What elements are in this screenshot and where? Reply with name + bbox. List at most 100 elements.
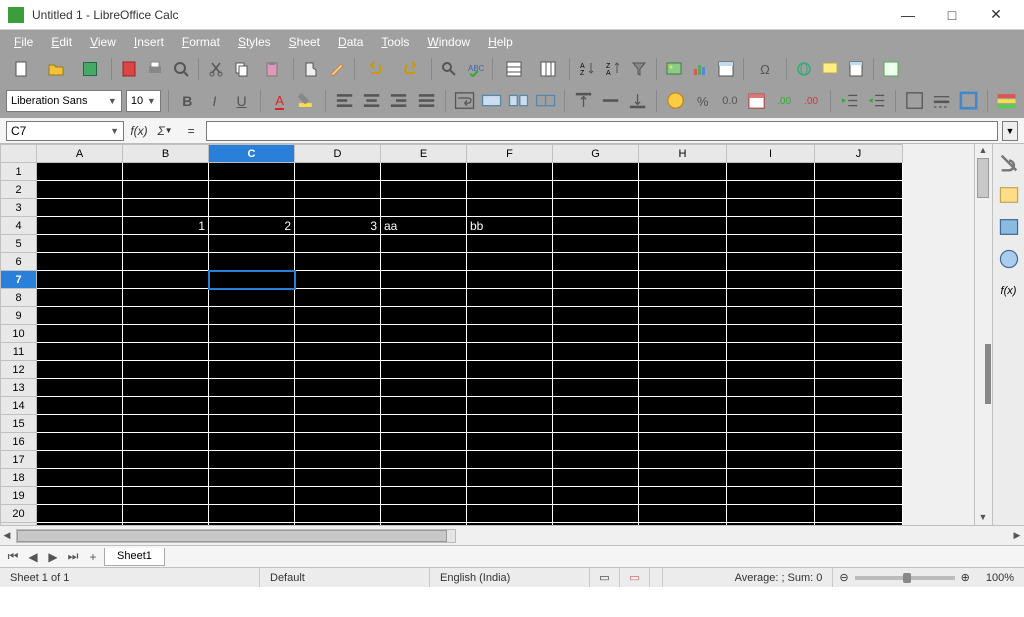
status-language[interactable]: English (India)	[430, 568, 590, 587]
cell-F3[interactable]	[467, 199, 553, 217]
cell-E14[interactable]	[381, 397, 467, 415]
formula-equals-button[interactable]: =	[180, 121, 202, 141]
cell-J13[interactable]	[815, 379, 903, 397]
scroll-right-icon[interactable]: ▶	[1010, 529, 1024, 543]
clone-format-button[interactable]	[299, 57, 323, 81]
cell-G16[interactable]	[553, 433, 639, 451]
undo-button[interactable]	[360, 57, 392, 81]
cell-D7[interactable]	[295, 271, 381, 289]
cell-I14[interactable]	[727, 397, 815, 415]
cell-I10[interactable]	[727, 325, 815, 343]
cell-J9[interactable]	[815, 307, 903, 325]
cell-D19[interactable]	[295, 487, 381, 505]
sidebar-navigator-icon[interactable]	[998, 248, 1020, 270]
cell-A7[interactable]	[37, 271, 123, 289]
column-header-E[interactable]: E	[381, 145, 467, 163]
insert-chart-button[interactable]	[688, 57, 712, 81]
cell-B14[interactable]	[123, 397, 209, 415]
cell-G10[interactable]	[553, 325, 639, 343]
cell-G3[interactable]	[553, 199, 639, 217]
clear-format-button[interactable]	[325, 57, 349, 81]
cell-J8[interactable]	[815, 289, 903, 307]
cell-G15[interactable]	[553, 415, 639, 433]
cell-E18[interactable]	[381, 469, 467, 487]
cell-D21[interactable]	[295, 523, 381, 526]
cell-C5[interactable]	[209, 235, 295, 253]
cell-E21[interactable]	[381, 523, 467, 526]
cell-J11[interactable]	[815, 343, 903, 361]
remove-decimal-button[interactable]: .00	[800, 89, 823, 113]
sheet-tab[interactable]: Sheet1	[104, 548, 165, 566]
cell-J16[interactable]	[815, 433, 903, 451]
print-button[interactable]	[143, 57, 167, 81]
cell-B12[interactable]	[123, 361, 209, 379]
cell-I5[interactable]	[727, 235, 815, 253]
cell-E6[interactable]	[381, 253, 467, 271]
wrap-text-button[interactable]	[453, 89, 476, 113]
row-header-19[interactable]: 19	[1, 487, 37, 505]
sidebar-functions-icon[interactable]: f(x)	[998, 280, 1020, 302]
cell-F12[interactable]	[467, 361, 553, 379]
menu-file[interactable]: File	[6, 33, 41, 51]
menu-format[interactable]: Format	[174, 33, 228, 51]
cell-G17[interactable]	[553, 451, 639, 469]
cell-A17[interactable]	[37, 451, 123, 469]
cell-D17[interactable]	[295, 451, 381, 469]
cell-J10[interactable]	[815, 325, 903, 343]
headers-footers-button[interactable]	[844, 57, 868, 81]
cell-C21[interactable]	[209, 523, 295, 526]
sidebar-gallery-icon[interactable]	[998, 216, 1020, 238]
font-name-select[interactable]: Liberation Sans▼	[6, 90, 122, 112]
cell-H8[interactable]	[639, 289, 727, 307]
row-header-11[interactable]: 11	[1, 343, 37, 361]
cell-J2[interactable]	[815, 181, 903, 199]
cell-G9[interactable]	[553, 307, 639, 325]
font-size-select[interactable]: 10▼	[126, 90, 161, 112]
cell-F2[interactable]	[467, 181, 553, 199]
cell-D3[interactable]	[295, 199, 381, 217]
valign-bottom-button[interactable]	[626, 89, 649, 113]
cell-C13[interactable]	[209, 379, 295, 397]
cell-E13[interactable]	[381, 379, 467, 397]
copy-button[interactable]	[230, 57, 254, 81]
tab-last-button[interactable]: ⏭	[64, 548, 82, 566]
cell-B3[interactable]	[123, 199, 209, 217]
print-preview-button[interactable]	[169, 57, 193, 81]
cell-B15[interactable]	[123, 415, 209, 433]
valign-mid-button[interactable]	[599, 89, 622, 113]
cell-H9[interactable]	[639, 307, 727, 325]
column-header-F[interactable]: F	[467, 145, 553, 163]
cell-E15[interactable]	[381, 415, 467, 433]
cell-C19[interactable]	[209, 487, 295, 505]
minimize-button[interactable]: —	[888, 1, 928, 29]
cell-B1[interactable]	[123, 163, 209, 181]
row-header-5[interactable]: 5	[1, 235, 37, 253]
cell-D20[interactable]	[295, 505, 381, 523]
cell-G14[interactable]	[553, 397, 639, 415]
tab-next-button[interactable]: ▶	[44, 548, 62, 566]
cell-F11[interactable]	[467, 343, 553, 361]
sort-desc-button[interactable]: ZA	[601, 57, 625, 81]
hyperlink-button[interactable]	[792, 57, 816, 81]
cell-A15[interactable]	[37, 415, 123, 433]
row-header-8[interactable]: 8	[1, 289, 37, 307]
cell-E1[interactable]	[381, 163, 467, 181]
new-button[interactable]	[6, 57, 38, 81]
scroll-down-icon[interactable]: ▼	[977, 512, 989, 524]
cell-G5[interactable]	[553, 235, 639, 253]
cell-A9[interactable]	[37, 307, 123, 325]
column-header-D[interactable]: D	[295, 145, 381, 163]
row-header-3[interactable]: 3	[1, 199, 37, 217]
cell-E4[interactable]: aa	[381, 217, 467, 235]
menu-help[interactable]: Help	[480, 33, 521, 51]
cell-C1[interactable]	[209, 163, 295, 181]
cell-F6[interactable]	[467, 253, 553, 271]
cell-B8[interactable]	[123, 289, 209, 307]
cell-H11[interactable]	[639, 343, 727, 361]
cell-A13[interactable]	[37, 379, 123, 397]
cell-J5[interactable]	[815, 235, 903, 253]
highlight-button[interactable]	[295, 89, 318, 113]
cell-D4[interactable]: 3	[295, 217, 381, 235]
row-header-16[interactable]: 16	[1, 433, 37, 451]
cell-B10[interactable]	[123, 325, 209, 343]
